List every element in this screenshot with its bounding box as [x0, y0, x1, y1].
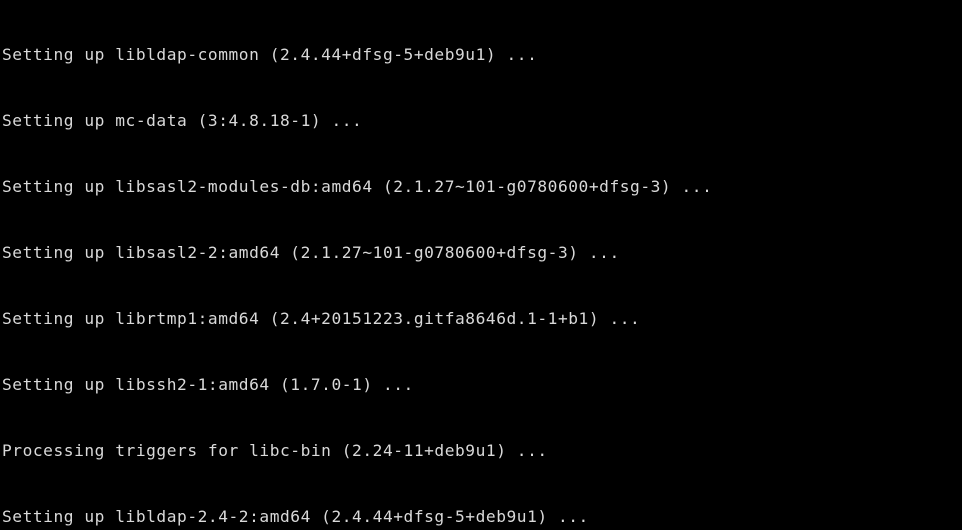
output-line: Setting up libldap-2.4-2:amd64 (2.4.44+d…: [2, 506, 960, 528]
output-line: Setting up mc-data (3:4.8.18-1) ...: [2, 110, 960, 132]
terminal[interactable]: Setting up libldap-common (2.4.44+dfsg-5…: [0, 0, 962, 530]
output-line: Setting up libldap-common (2.4.44+dfsg-5…: [2, 44, 960, 66]
output-line: Setting up libsasl2-2:amd64 (2.1.27~101-…: [2, 242, 960, 264]
output-line: Setting up libsasl2-modules-db:amd64 (2.…: [2, 176, 960, 198]
output-line: Setting up librtmp1:amd64 (2.4+20151223.…: [2, 308, 960, 330]
output-line: Setting up libssh2-1:amd64 (1.7.0-1) ...: [2, 374, 960, 396]
output-line: Processing triggers for libc-bin (2.24-1…: [2, 440, 960, 462]
